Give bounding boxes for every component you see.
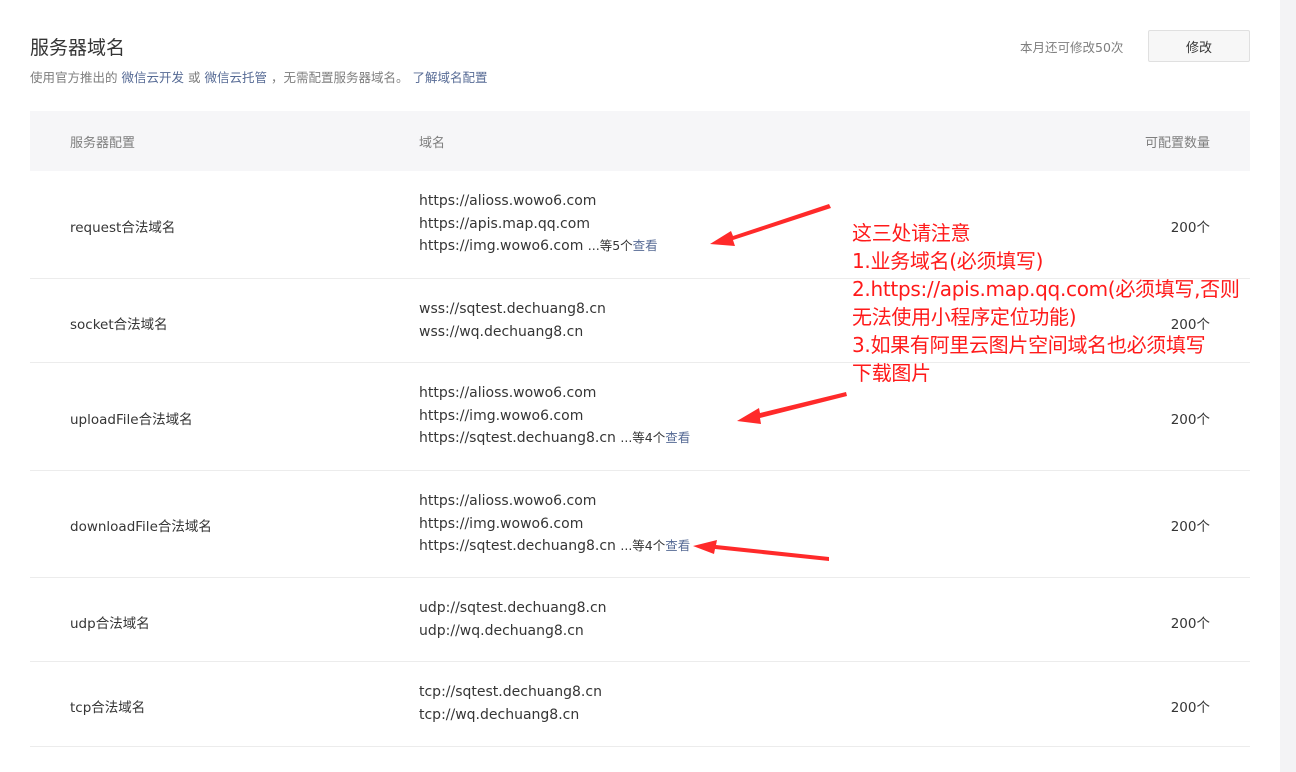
annotation-arrow-icon (737, 392, 847, 424)
annotation-arrow-icon (710, 204, 831, 246)
annotation-arrows (693, 204, 847, 561)
annotation-arrow-icon (693, 540, 829, 561)
